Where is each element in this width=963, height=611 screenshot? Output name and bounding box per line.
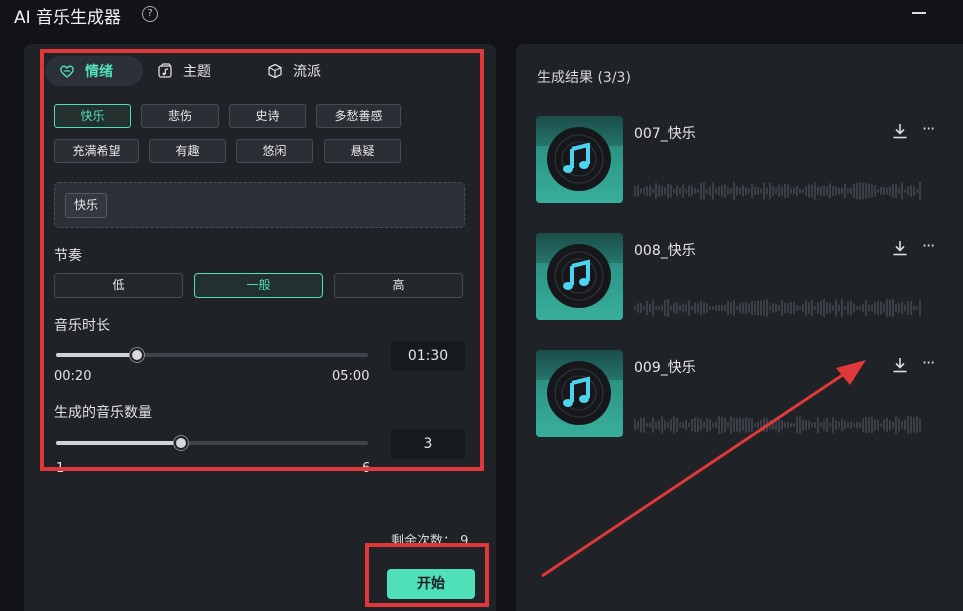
waveform-3 xyxy=(634,416,921,434)
track-name-1: 007_快乐 xyxy=(634,126,696,142)
highlight-box-start xyxy=(365,543,489,607)
vinyl-icon xyxy=(536,244,623,320)
waveform-2 xyxy=(634,299,921,317)
vinyl-icon xyxy=(536,127,623,203)
more-icon[interactable]: ··· xyxy=(922,119,935,138)
download-icon[interactable] xyxy=(891,239,909,257)
result-track-3[interactable]: 009_快乐 ··· xyxy=(536,350,936,438)
track-cover-3 xyxy=(536,350,623,437)
track-name-2: 008_快乐 xyxy=(634,243,696,259)
track-cover-2 xyxy=(536,233,623,320)
vinyl-icon xyxy=(536,361,623,437)
download-icon[interactable] xyxy=(891,122,909,140)
minimize-icon[interactable] xyxy=(912,12,926,14)
more-icon[interactable]: ··· xyxy=(922,353,935,372)
more-icon[interactable]: ··· xyxy=(922,236,935,255)
track-name-3: 009_快乐 xyxy=(634,360,696,376)
help-icon[interactable]: ? xyxy=(142,6,158,22)
highlight-box-settings xyxy=(40,49,484,471)
download-icon[interactable] xyxy=(891,356,909,374)
results-title: 生成结果 (3/3) xyxy=(537,70,631,86)
waveform-1 xyxy=(634,182,921,200)
app-window: AI 音乐生成器 ? 情绪 主题 流派 快乐 悲伤 史诗 多愁善感 充满希望 有… xyxy=(0,0,963,611)
app-title: AI 音乐生成器 xyxy=(14,8,122,28)
result-track-2[interactable]: 008_快乐 ··· xyxy=(536,233,936,321)
result-track-1[interactable]: 007_快乐 ··· xyxy=(536,116,936,204)
track-cover-1 xyxy=(536,116,623,203)
